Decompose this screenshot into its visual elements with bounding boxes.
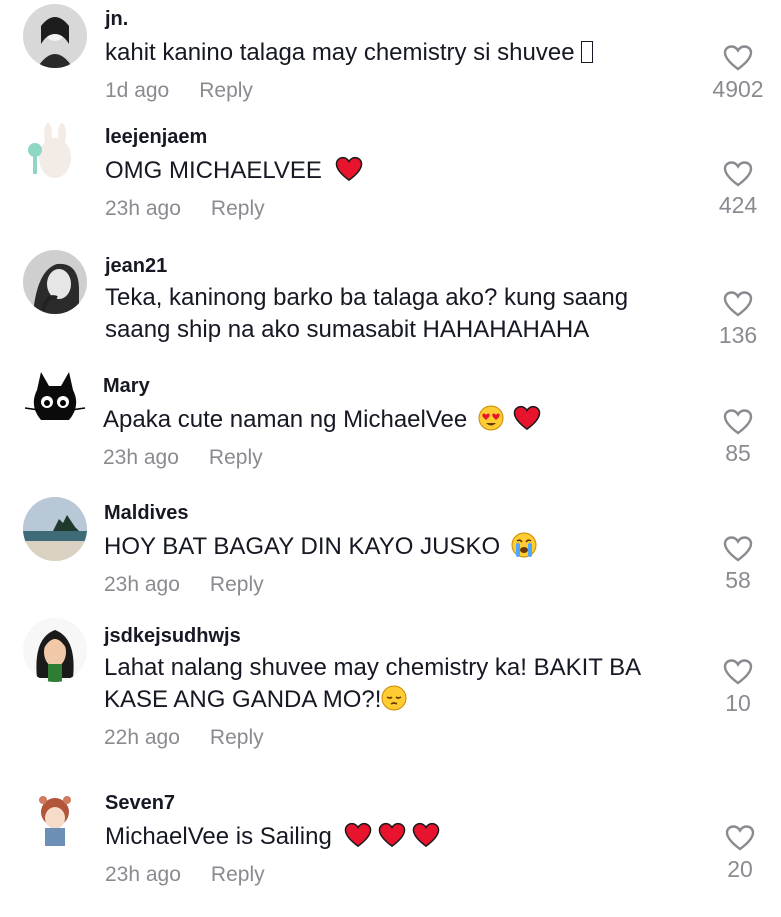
heart-outline-icon[interactable] [723,408,753,436]
comment-text: HOY BAT BAGAY DIN KAYO JUSKO [104,531,686,563]
like-count: 20 [727,856,753,882]
like-count: 85 [725,440,751,466]
heart-outline-icon[interactable] [723,160,753,188]
like-button[interactable]: 10 [703,658,773,717]
reply-button[interactable]: Reply [210,726,264,749]
red-heart-emoji [345,822,372,848]
like-count: 10 [725,690,751,716]
username[interactable]: Maldives [104,501,686,525]
timestamp: 23h ago [103,446,179,469]
avatar[interactable] [23,122,87,186]
username[interactable]: jn. [105,7,686,31]
avatar[interactable] [23,250,87,314]
timestamp: 22h ago [104,726,180,749]
timestamp: 23h ago [105,863,181,886]
like-count: 424 [718,192,758,218]
crying-face-emoji [511,532,537,558]
comment-text: MichaelVee is Sailing [105,821,686,853]
heart-outline-icon[interactable] [725,824,755,852]
heart-outline-icon[interactable] [723,44,753,72]
missing-glyph-icon [580,41,593,63]
timestamp: 1d ago [105,79,170,102]
username[interactable]: leejenjaem [105,125,686,149]
red-heart-emoji [335,156,362,182]
comment-text: Lahat nalang shuvee may chemistry ka! BA… [104,654,642,713]
heart-outline-icon[interactable] [723,290,753,318]
red-heart-emoji [413,822,440,848]
heart-outline-icon[interactable] [723,535,753,563]
like-count: 58 [725,567,751,593]
like-button[interactable]: 85 [703,408,773,467]
username[interactable]: Seven7 [105,791,686,815]
like-button[interactable]: 4902 [703,44,773,103]
like-button[interactable]: 424 [703,160,773,219]
avatar[interactable] [23,786,87,850]
like-button[interactable]: 136 [703,290,773,349]
red-heart-emoji [379,822,406,848]
timestamp: 23h ago [104,573,180,596]
reply-button[interactable]: Reply [211,863,265,886]
username[interactable]: Mary [103,374,686,398]
timestamp: 23h ago [105,197,181,220]
reply-button[interactable]: Reply [199,79,253,102]
reply-button[interactable]: Reply [211,197,265,220]
reply-button[interactable]: Reply [209,446,263,469]
comment-text: OMG MICHAELVEE [105,155,686,187]
comment-text: Apaka cute naman ng MichaelVee [103,404,686,436]
pensive-face-emoji [381,685,407,711]
avatar[interactable] [23,4,87,68]
avatar[interactable] [23,618,87,682]
username[interactable]: jsdkejsudhwjs [104,624,686,648]
comment-text: Teka, kaninong barko ba talaga ako? kung… [105,284,629,343]
comment-text: kahit kanino talaga may chemistry si shu… [105,37,686,69]
heart-eyes-face-emoji [478,405,504,431]
avatar[interactable] [23,497,87,561]
like-button[interactable]: 58 [703,535,773,594]
heart-outline-icon[interactable] [723,658,753,686]
avatar[interactable] [23,370,87,434]
reply-button[interactable]: Reply [210,573,264,596]
username[interactable]: jean21 [105,254,686,278]
like-count: 4902 [712,76,764,102]
like-count: 136 [718,322,758,348]
red-heart-emoji [513,405,540,431]
like-button[interactable]: 20 [705,824,775,883]
